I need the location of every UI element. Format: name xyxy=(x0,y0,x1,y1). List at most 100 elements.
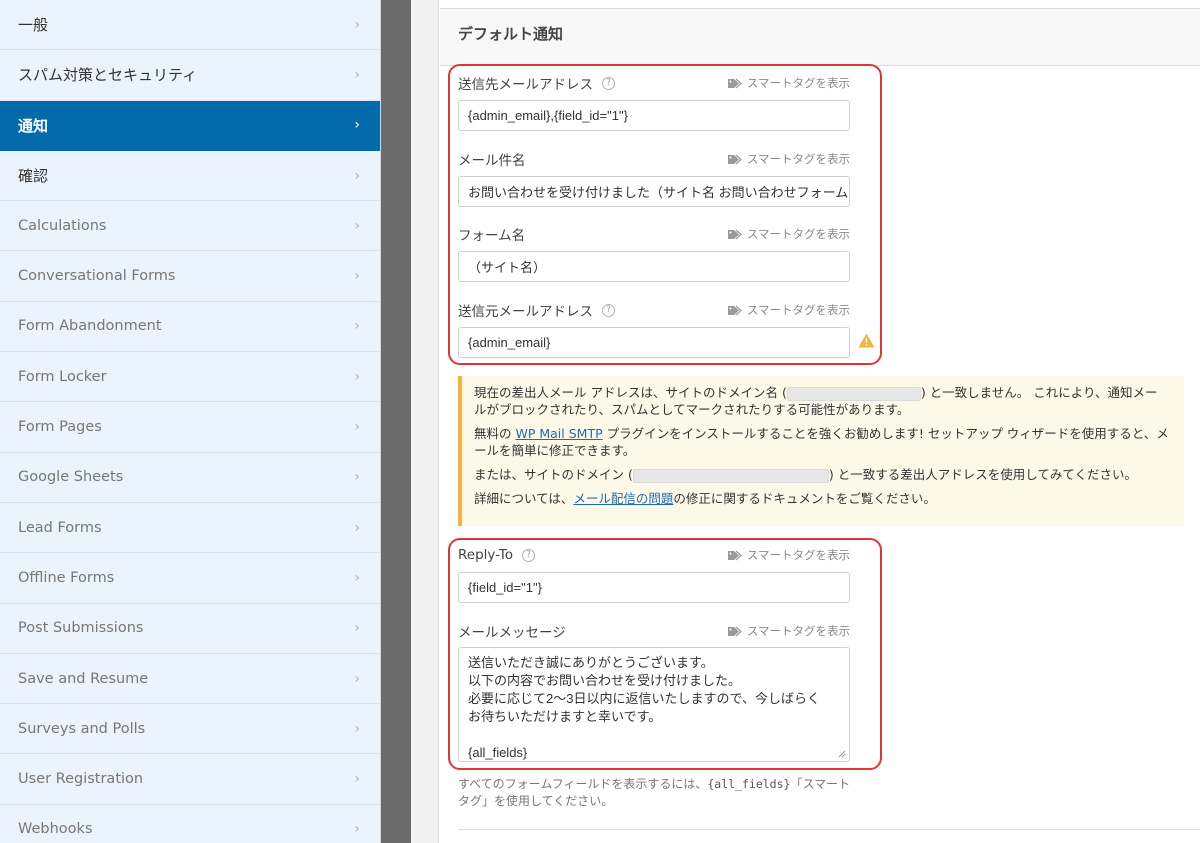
smart-tag-label: スマートタグを表示 xyxy=(746,227,850,241)
chevron-right-icon: › xyxy=(354,318,360,335)
from-name-label: フォーム名 xyxy=(458,228,526,244)
sidebar-item-calculations[interactable]: Calculations › xyxy=(0,201,380,252)
email-message-textarea[interactable]: 送信いただき誠にありがとうございます。 以下の内容でお問い合わせを受け付けました… xyxy=(458,647,850,762)
panel-header: デフォルト通知 xyxy=(440,8,1200,66)
smart-tag-label: スマートタグを表示 xyxy=(746,152,850,166)
tag-icon xyxy=(727,154,742,164)
divider xyxy=(458,829,1200,830)
sender-address-warning-notice: 現在の差出人メール アドレスは、サイトのドメイン名 () と一致しません。 これ… xyxy=(458,376,1184,526)
chevron-right-icon: › xyxy=(354,670,360,687)
chevron-right-icon: › xyxy=(354,268,360,285)
chevron-right-icon: › xyxy=(354,569,360,586)
sidebar-item-form-locker[interactable]: Form Locker › xyxy=(0,352,380,403)
redacted-domain xyxy=(786,386,921,401)
show-smart-tags-link[interactable]: スマートタグを表示 xyxy=(727,623,850,639)
send-to-email-label: 送信先メールアドレス xyxy=(458,77,593,93)
reply-to-input[interactable]: {field_id="1"} xyxy=(458,572,850,603)
tag-icon xyxy=(727,305,742,315)
sidebar-item-label: Google Sheets xyxy=(18,469,124,486)
email-subject-input[interactable]: お問い合わせを受け付けました（サイト名 お問い合わせフォーム） xyxy=(458,176,850,207)
from-name-input[interactable]: （サイト名） xyxy=(458,251,850,282)
sidebar-item-conversational-forms[interactable]: Conversational Forms › xyxy=(0,251,380,302)
sidebar-item-label: Offline Forms xyxy=(18,569,115,586)
chevron-right-icon: › xyxy=(354,469,360,486)
sidebar-item-label: スパム対策とセキュリティ xyxy=(18,66,198,85)
settings-sidebar: 一般 › スパム対策とセキュリティ › 通知 › 確認 › Calculations › … xyxy=(0,0,381,843)
notice-text: の修正に関するドキュメントをご覧ください。 xyxy=(673,491,936,506)
sidebar-item-offline-forms[interactable]: Offline Forms › xyxy=(0,553,380,604)
sidebar-item-label: Lead Forms xyxy=(18,519,102,536)
sidebar-item-label: Form Abandonment xyxy=(18,318,162,335)
sidebar-item-notifications[interactable]: 通知 › xyxy=(0,100,380,151)
wp-mail-smtp-link[interactable]: WP Mail SMTP xyxy=(515,426,602,441)
tag-icon xyxy=(727,550,742,560)
sidebar-item-label: Post Submissions xyxy=(18,620,144,637)
show-smart-tags-link[interactable]: スマートタグを表示 xyxy=(727,151,850,167)
help-icon[interactable]: ? xyxy=(602,303,615,317)
show-smart-tags-link[interactable]: スマートタグを表示 xyxy=(727,302,850,318)
send-to-email-group: 送信先メールアドレス? スマートタグを表示 {admin_email},{fie… xyxy=(458,74,850,131)
sidebar-item-save-and-resume[interactable]: Save and Resume › xyxy=(0,654,380,705)
resize-handle-icon[interactable] xyxy=(838,750,846,758)
description-text: すべてのフォームフィールドを表示するには、 xyxy=(458,777,708,791)
smart-tag-label: スマートタグを表示 xyxy=(746,624,850,638)
smart-tag-label: スマートタグを表示 xyxy=(746,303,850,317)
help-icon[interactable]: ? xyxy=(522,548,535,562)
sidebar-item-confirmations[interactable]: 確認 › xyxy=(0,151,380,202)
sidebar-item-label: User Registration xyxy=(18,771,144,788)
sidebar-item-spam-security[interactable]: スパム対策とセキュリティ › xyxy=(0,50,380,101)
sidebar-item-form-abandonment[interactable]: Form Abandonment › xyxy=(0,302,380,353)
email-delivery-issues-link[interactable]: メール配信の問題 xyxy=(573,491,673,506)
sidebar-item-general[interactable]: 一般 › xyxy=(0,0,380,51)
sidebar-item-webhooks[interactable]: Webhooks › xyxy=(0,805,380,843)
chevron-right-icon: › xyxy=(354,821,360,838)
notice-text: 詳細については、 xyxy=(474,491,574,506)
chevron-right-icon: › xyxy=(354,167,360,184)
chevron-right-icon: › xyxy=(354,217,360,234)
sidebar-item-label: Calculations xyxy=(18,217,107,234)
redacted-domain xyxy=(632,468,829,483)
warning-icon xyxy=(858,333,875,348)
tag-icon xyxy=(727,229,742,239)
from-email-input[interactable]: {admin_email} xyxy=(458,327,850,358)
sidebar-item-form-pages[interactable]: Form Pages › xyxy=(0,402,380,453)
show-smart-tags-link[interactable]: スマートタグを表示 xyxy=(727,75,850,91)
show-smart-tags-link[interactable]: スマートタグを表示 xyxy=(727,226,850,242)
sidebar-item-label: Form Pages xyxy=(18,419,102,436)
sidebar-item-google-sheets[interactable]: Google Sheets › xyxy=(0,453,380,503)
sidebar-item-label: Surveys and Polls xyxy=(18,720,146,737)
description-code: {all_fields} xyxy=(707,777,791,791)
panel-divider xyxy=(381,0,411,843)
from-email-group: 送信元メールアドレス? スマートタグを表示 {admin_email} xyxy=(458,301,850,358)
sidebar-item-surveys-and-polls[interactable]: Surveys and Polls › xyxy=(0,704,380,755)
send-to-email-input[interactable]: {admin_email},{field_id="1"} xyxy=(458,100,850,131)
sidebar-item-label: Webhooks xyxy=(18,821,93,838)
notice-text: 現在の差出人メール アドレスは、サイトのドメイン名 ( xyxy=(474,385,787,400)
chevron-right-icon: › xyxy=(354,620,360,637)
email-subject-group: メール件名 スマートタグを表示 お問い合わせを受け付けました（サイト名 お問い合… xyxy=(458,150,850,207)
tag-icon xyxy=(727,626,742,636)
email-message-text: 送信いただき誠にありがとうございます。 以下の内容でお問い合わせを受け付けました… xyxy=(468,655,820,760)
notice-paragraph: 詳細については、メール配信の問題の修正に関するドキュメントをご覧ください。 xyxy=(474,490,1170,507)
chevron-right-icon: › xyxy=(354,66,360,83)
email-message-label: メールメッセージ xyxy=(458,625,566,641)
sidebar-item-lead-forms[interactable]: Lead Forms › xyxy=(0,503,380,554)
chevron-right-icon: › xyxy=(354,771,360,788)
panel-title: デフォルト通知 xyxy=(458,25,564,43)
show-smart-tags-link[interactable]: スマートタグを表示 xyxy=(727,547,850,563)
message-field-description: すべてのフォームフィールドを表示するには、{all_fields}「スマートタグ… xyxy=(458,776,858,810)
chevron-right-icon: › xyxy=(354,720,360,737)
sidebar-item-label: 一般 xyxy=(18,16,49,35)
sidebar-item-label: Save and Resume xyxy=(18,670,149,687)
notification-panel: デフォルト通知 送信先メールアドレス? スマートタグを表示 {admin_ema… xyxy=(440,0,1200,843)
sidebar-item-post-submissions[interactable]: Post Submissions › xyxy=(0,604,380,654)
help-icon[interactable]: ? xyxy=(602,76,615,90)
chevron-right-icon: › xyxy=(354,16,360,33)
chevron-right-icon: › xyxy=(354,368,360,385)
smart-tag-label: スマートタグを表示 xyxy=(746,548,850,562)
sidebar-item-label: Conversational Forms xyxy=(18,268,176,285)
sidebar-item-label: Form Locker xyxy=(18,368,107,385)
sidebar-item-user-registration[interactable]: User Registration › xyxy=(0,754,380,805)
from-name-group: フォーム名 スマートタグを表示 （サイト名） xyxy=(458,225,850,282)
panel-margin xyxy=(411,0,439,843)
